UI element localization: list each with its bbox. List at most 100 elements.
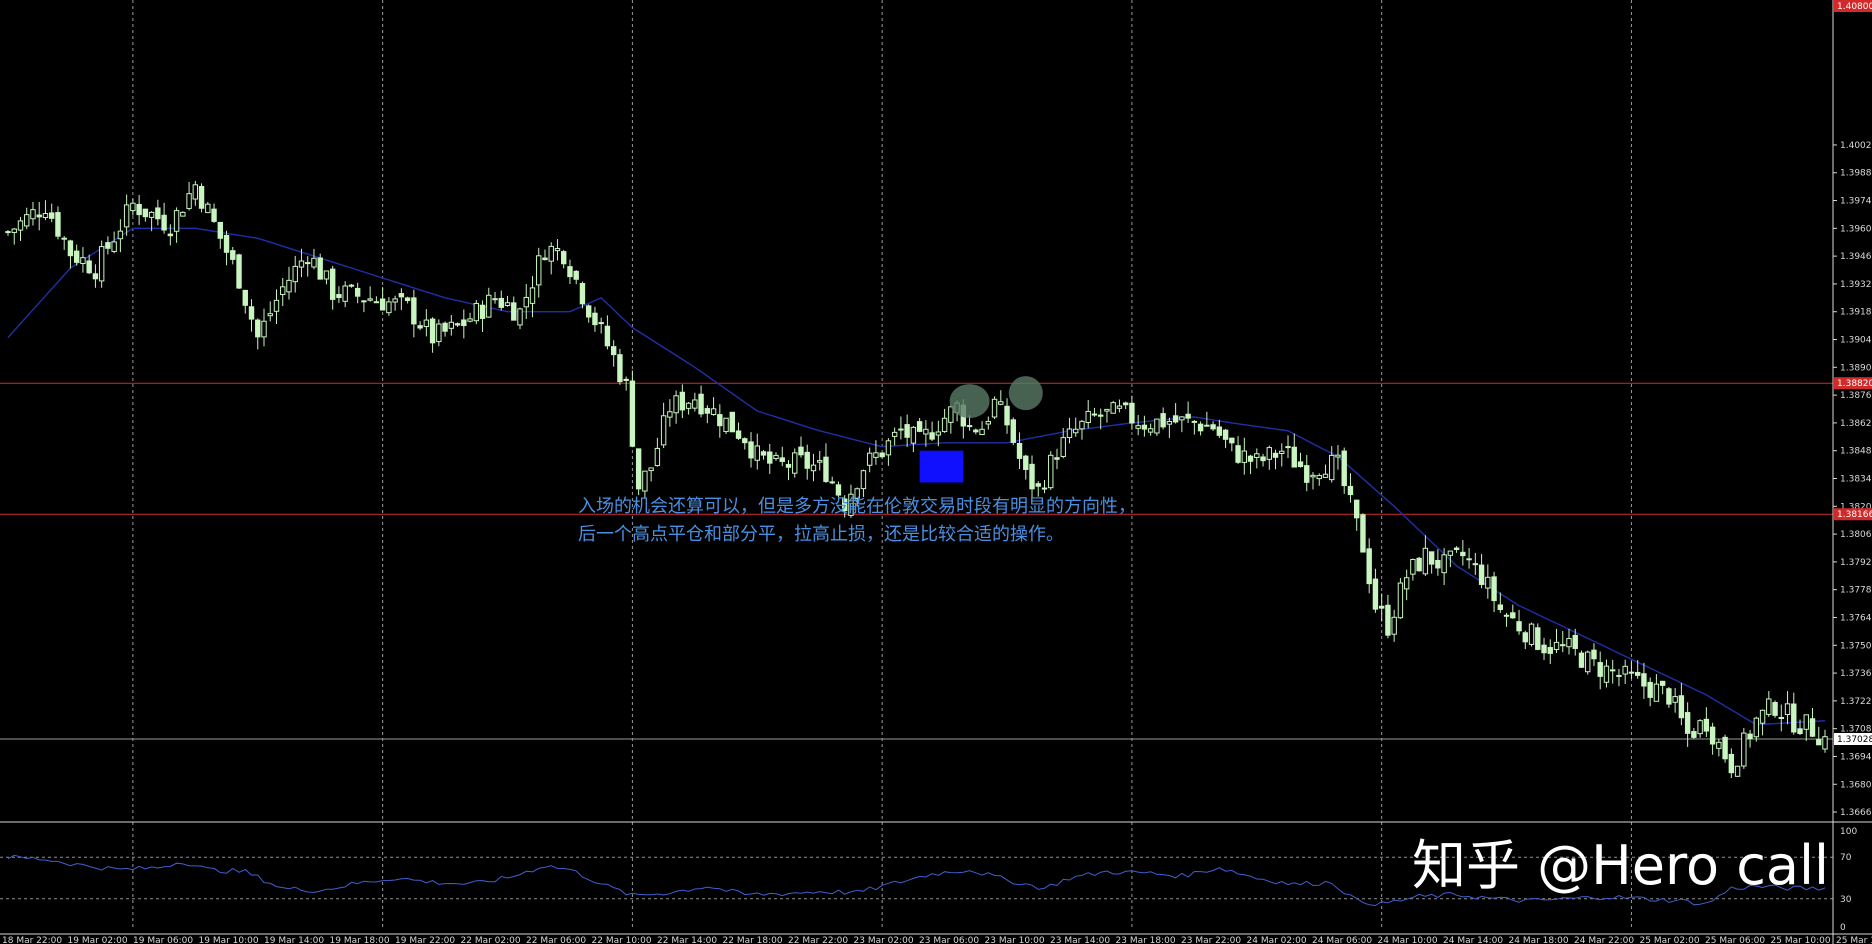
annotation-line-2: 后一个高点平仓和部分平，拉高止损，还是比较合适的操作。 [578, 524, 1064, 545]
time-tick-label: 24 Mar 02:00 [1247, 936, 1307, 944]
candle[interactable] [1154, 418, 1160, 436]
candle[interactable] [1772, 700, 1778, 718]
candle-body-bear [573, 270, 579, 280]
candle-body-bear [1197, 423, 1204, 432]
candle-body-bull [186, 193, 192, 209]
candle-body-bull [1753, 717, 1760, 738]
price-tick-label: 1.39040 [1840, 336, 1872, 346]
candle-body-bear [635, 448, 642, 490]
candle-body-bear [1191, 420, 1198, 423]
time-tick-label: 24 Mar 14:00 [1443, 936, 1503, 944]
entry-zone-marker[interactable] [919, 450, 964, 483]
candle-body-bull [24, 214, 30, 227]
candle[interactable] [1741, 728, 1747, 769]
candle-body-bear [55, 212, 61, 237]
candle[interactable] [98, 240, 105, 288]
candle-body-bull [323, 270, 330, 280]
candle[interactable] [198, 183, 205, 213]
candle[interactable] [629, 370, 636, 448]
candle-body-bull [873, 452, 879, 458]
candle-body-bull [1066, 428, 1073, 439]
candle-body-bear [49, 212, 55, 219]
candle[interactable] [317, 253, 323, 280]
candle-body-bear [1035, 483, 1041, 487]
candle[interactable] [1578, 650, 1585, 669]
candle[interactable] [991, 396, 998, 420]
candle-body-bull [991, 398, 998, 418]
candle[interactable] [473, 300, 479, 325]
candle[interactable] [635, 448, 642, 496]
candle-body-bull [754, 445, 760, 461]
candle-body-bear [479, 304, 486, 319]
candle[interactable] [617, 348, 623, 385]
price-tag: 1.38166 [1834, 508, 1872, 521]
time-tick-label: 22 Mar 22:00 [788, 936, 848, 944]
candle-body-bull [710, 408, 717, 415]
candle-body-bear [429, 318, 436, 344]
candle-body-bear [785, 463, 792, 468]
candle[interactable] [1585, 650, 1591, 675]
candle-body-bear [1591, 649, 1597, 660]
candle-body-bear [317, 257, 323, 280]
candle-body-bear [1372, 578, 1379, 610]
candle-body-bull [1560, 644, 1566, 647]
candle[interactable] [1734, 765, 1741, 777]
candle-body-bear [5, 231, 11, 234]
candle-body-bear [61, 237, 67, 240]
candle-body-bear [136, 203, 142, 216]
candle-body-bear [198, 186, 205, 209]
candle-body-bear [1185, 413, 1191, 419]
candle-body-bear [348, 284, 355, 287]
candle-body-bear [336, 294, 342, 298]
candle-body-bear [629, 380, 636, 447]
candle-body-bull [1441, 554, 1447, 574]
time-axis: 18 Mar 22:00 19 Mar 02:00 19 Mar 06:00 19 M… [2, 936, 1872, 944]
candle-body-bear [379, 298, 386, 311]
candle-body-bull [436, 323, 442, 343]
candle-body-bear [1341, 450, 1347, 487]
candle[interactable] [1048, 451, 1054, 490]
candle[interactable] [1528, 622, 1535, 647]
candle-body-bear [1547, 647, 1553, 654]
candle[interactable] [180, 211, 186, 217]
candle-body-bull [660, 415, 667, 446]
trading-chart[interactable]: 1.40020 1.39880 1.39740 1.39600 1.39460 1.393… [0, 0, 1872, 944]
candle[interactable] [723, 417, 729, 435]
time-tick-label: 22 Mar 10:00 [592, 936, 652, 944]
candle-body-bull [373, 301, 380, 304]
candle[interactable] [1535, 623, 1541, 651]
candle-body-bull [1316, 474, 1322, 480]
candle-body-bull [423, 319, 430, 328]
candle-body-bull [448, 321, 455, 329]
candle[interactable] [1010, 417, 1016, 446]
candle[interactable] [792, 448, 798, 478]
candle[interactable] [729, 411, 736, 433]
candle[interactable] [1110, 400, 1116, 414]
candle[interactable] [1397, 577, 1404, 619]
candle[interactable] [1722, 734, 1728, 763]
candle-body-bull [667, 411, 673, 418]
candle-body-bull [98, 246, 105, 282]
candle[interactable] [1360, 513, 1366, 553]
price-tick-label: 1.38900 [1840, 363, 1872, 373]
candle-body-bull [1310, 474, 1316, 478]
candle-body-bull [548, 245, 554, 262]
candle-body-bull [1759, 709, 1766, 724]
candle-body-bear [1541, 644, 1547, 654]
candle-body-bull [117, 230, 124, 240]
candle-body-bear [1641, 673, 1647, 687]
candle-body-bull [891, 431, 898, 437]
candle[interactable] [236, 253, 242, 289]
candle-body-bear [1666, 688, 1672, 705]
candle-body-bear [92, 273, 99, 280]
candle-body-bear [1453, 547, 1460, 550]
candle-body-bull [860, 470, 867, 490]
time-tick-label: 22 Mar 14:00 [657, 936, 717, 944]
candle-body-bull [1241, 450, 1248, 463]
candle-body-bull [1503, 614, 1510, 617]
candle-body-bear [498, 297, 504, 308]
candle-body-bull [1485, 576, 1491, 589]
candle-body-bear [161, 214, 167, 231]
candle-body-bear [1029, 463, 1035, 490]
candle[interactable] [1416, 556, 1422, 572]
